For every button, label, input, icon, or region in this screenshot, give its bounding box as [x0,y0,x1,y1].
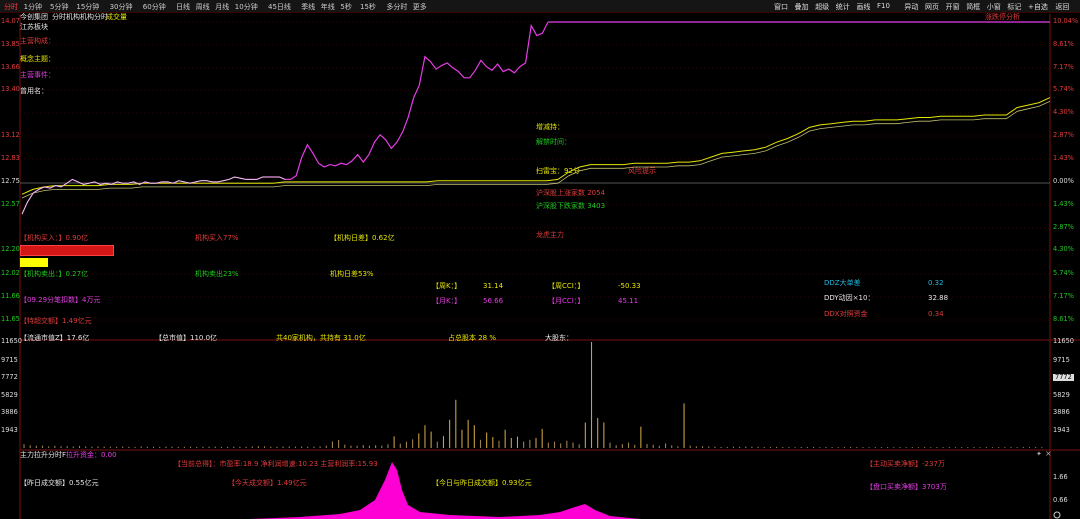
share-ratio: 占总股本 28 % [448,334,497,342]
risk-tip[interactable]: 风险提示 [628,168,656,175]
ddz-value: 0.32 [928,279,944,287]
price-tick-right: 0.00% [1053,177,1074,185]
dragon-tiger[interactable]: 龙虎主力 [536,232,564,239]
month-cci-label: 【月CCI：】 [548,297,585,305]
scroll-indicator-icon[interactable] [1053,511,1061,519]
price-tick-right: 7.17% [1053,292,1074,300]
limit-analysis-link[interactable]: 涨跌停分析 [985,14,1020,21]
market-scan: 【当前总得】：市盈率:18.9 净利润增速:10.23 主营利润率:15.93 [174,460,378,468]
price-tick-right: 1.43% [1053,154,1074,162]
volume-tick-right: 3886 [1053,408,1070,416]
ddy-label: DDY动因×10： [824,294,875,302]
mode-label-minute[interactable]: 分时 [52,14,66,21]
volume-tick-left: 11650 [1,337,22,345]
former-name: 曾用名： [20,87,48,95]
sector-label: 江苏板块 [20,23,48,31]
ddy-value: 32.88 [928,294,949,302]
price-tick-left: 12.02 [1,269,20,277]
close-icon[interactable]: × [1045,450,1052,458]
volume-tick-right: 5829 [1053,391,1070,399]
inst-diff: 【机构日差】0.62亿 [330,234,395,242]
indicator-tick-right: 0.66 [1053,496,1068,504]
super-turnover: 【特超交额】1.49亿元 [20,317,92,325]
inst-buy: 【机构买入：】0.90亿 [20,234,89,242]
price-tick-right: 8.61% [1053,40,1074,48]
active-net-buy: 【主动买卖净额】-237万 [866,460,945,468]
indicator-title[interactable]: 主力拉升分时F [20,452,66,459]
business-composition: 主营构成： [20,37,55,45]
price-tick-right: 7.17% [1053,63,1074,71]
week-cci-value: -50.33 [618,282,641,290]
month-cci-value: 45.11 [618,297,639,305]
week-cci-label: 【周CCI：】 [548,282,585,290]
today-volume: 【今天成交额】1.49亿元 [228,479,307,487]
price-tick-left: 11.65 [1,315,20,323]
price-tick-right: 10.04% [1053,17,1079,25]
volume-tick-left: 7772 [1,373,18,381]
volume-tick-left: 5829 [1,391,18,399]
volume-compare: 【今日与昨日成交额】0.93亿元 [432,479,532,487]
price-tick-right: 4.30% [1053,108,1074,116]
total-market-value: 【总市值】110.0亿 [155,334,218,342]
price-tick-right: 2.87% [1053,131,1074,139]
mode-label-volume[interactable]: 成交量 [106,14,127,21]
price-tick-right: 2.87% [1053,223,1074,231]
concept-theme: 概念主题： [20,55,55,63]
inst-holdings: 共40家机构，共持有 31.0亿 [276,334,366,342]
price-tick-left: 11.66 [1,292,20,300]
ddx-label: DDX对照资金 [824,310,868,318]
reduce-holding: 增减持： [536,123,564,131]
volume-tick-right: 9715 [1053,356,1070,364]
inst-buy-bar [20,245,115,256]
yesterday-volume: 【昨日成交额】0.55亿元 [20,479,99,487]
price-tick-right: 8.61% [1053,315,1074,323]
price-tick-left: 12.75 [1,177,20,185]
inst-diff-ratio: 机构日差53% [330,270,374,278]
indicator-area [250,462,640,519]
unlock-time: 解禁时间： [536,138,571,146]
week-k-value: 31.14 [483,282,504,290]
main-events: 主营事件： [20,71,55,79]
volume-tick-left: 9715 [1,356,18,364]
indicator-tick-right: 1.66 [1053,473,1068,481]
month-k-label: 【月K：】 [432,297,462,305]
ddx-value: 0.34 [928,310,944,318]
major-holder: 大股东： [545,334,573,342]
volume-tick-right: 11650 [1053,337,1074,345]
settings-icon[interactable]: ✦ [1036,451,1042,458]
mode-label-inst[interactable]: 机构机构分时 [66,14,108,21]
price-tick-right: 5.74% [1053,269,1074,277]
price-tick-left: 13.66 [1,63,20,71]
inst-sell-ratio: 机构卖出23% [195,270,239,278]
price-tick-left: 13.40 [1,85,20,93]
mine-score[interactable]: 扫雷宝：92分 [536,168,580,175]
price-tick-right: 4.30% [1053,245,1074,253]
volume-tick-right: 1943 [1053,426,1070,434]
volume-tick-right: 7772 [1053,373,1074,381]
volume-tick-left: 1943 [1,426,18,434]
price-tick-left: 13.12 [1,131,20,139]
week-k-label: 【周K：】 [432,282,462,290]
big-order: 【09.29分笔扣数】4万元 [20,296,101,304]
order-net-buy: 【盘口买卖净额】3703万 [866,483,947,491]
price-tick-right: 5.74% [1053,85,1074,93]
inst-sell-bar [20,258,48,267]
month-k-value: 56.66 [483,297,504,305]
price-tick-left: 12.20 [1,245,20,253]
volume-tick-left: 3886 [1,408,18,416]
up-count: 沪深股上涨家数 2054 [536,189,606,197]
price-tick-left: 13.85 [1,40,20,48]
price-tick-left: 14.07 [1,17,20,25]
price-tick-left: 12.57 [1,200,20,208]
ddz-label: DDZ大单差 [824,279,861,287]
indicator-value: 拉升资金：0.00 [66,451,117,459]
circ-market-value: 【流通市值Z】17.6亿 [20,334,90,342]
inst-buy-ratio: 机构买入77% [195,234,239,242]
price-tick-left: 12.83 [1,154,20,162]
down-count: 沪深股下跌家数 3403 [536,202,606,210]
price-tick-right: 1.43% [1053,200,1074,208]
chart-area [19,14,1080,519]
stock-name: 今创集团 [20,13,48,21]
inst-sell: 【机构卖出：】0.27亿 [20,270,89,278]
